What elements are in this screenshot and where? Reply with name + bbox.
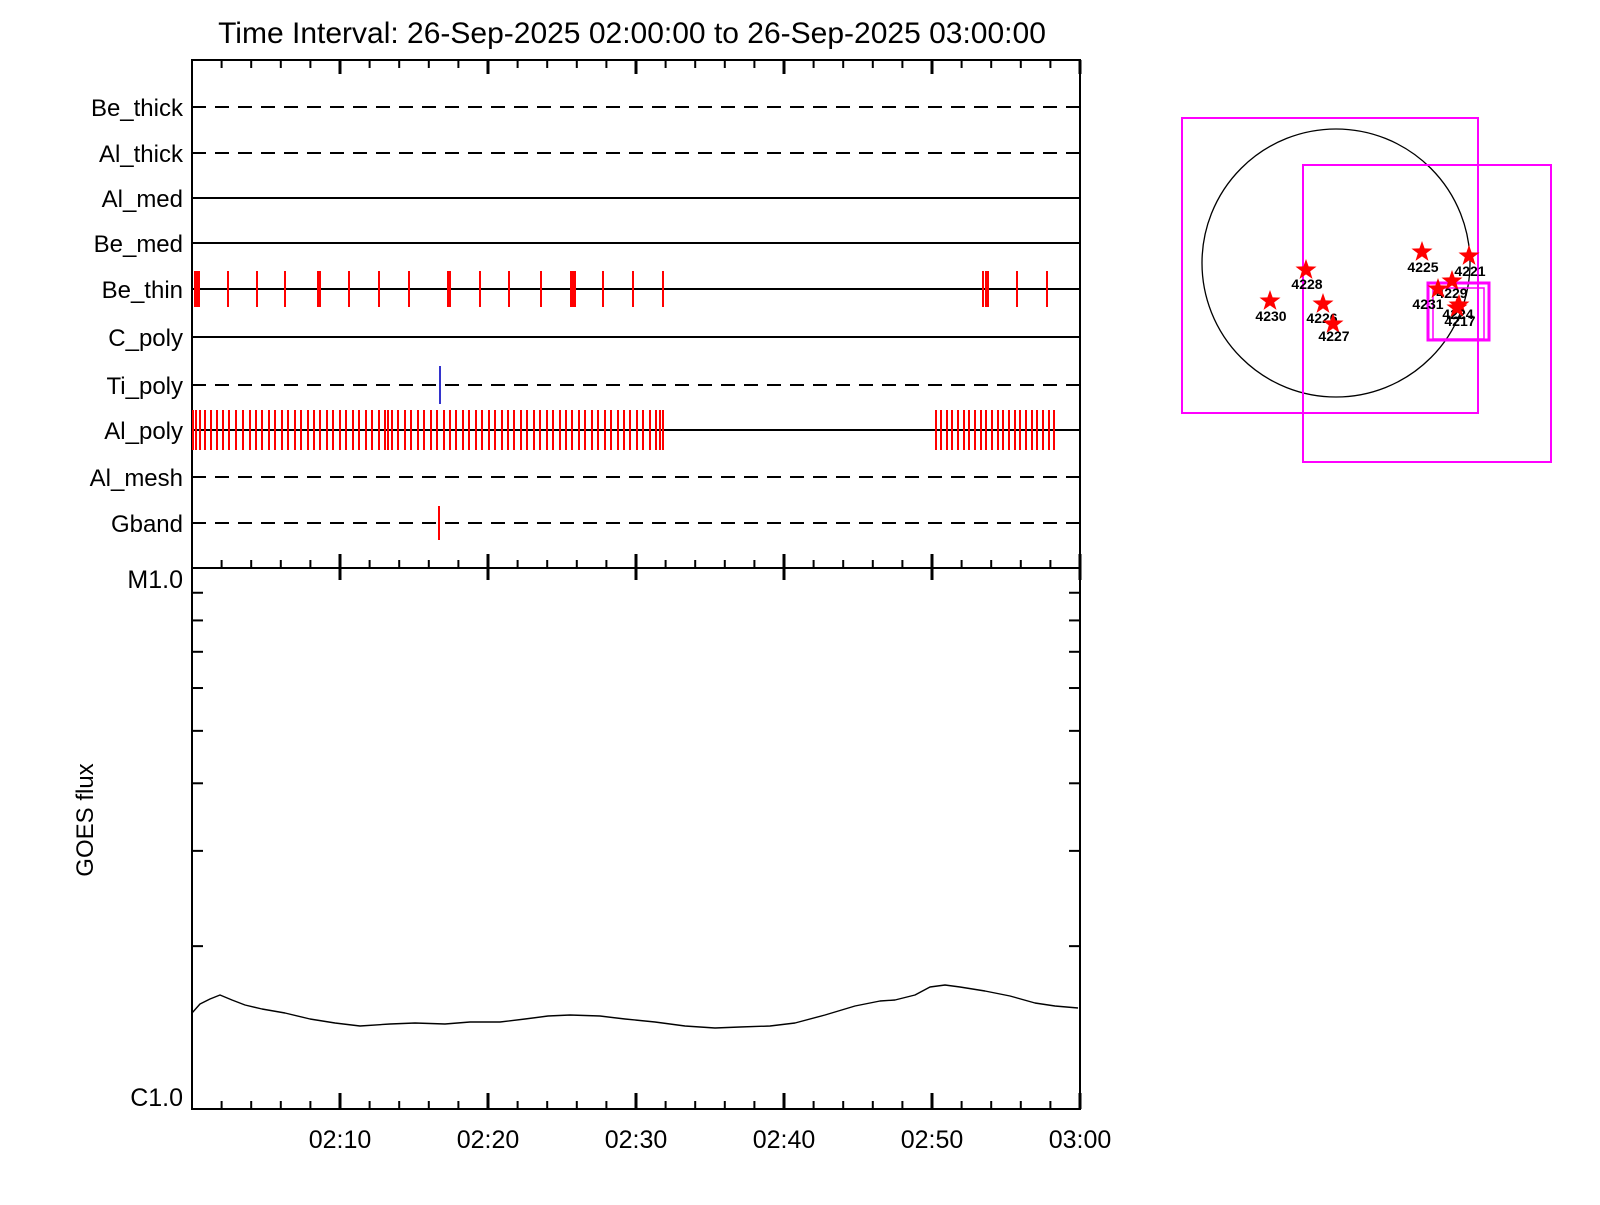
filter-row-C_poly: C_poly [108, 325, 1080, 352]
ar-label-4225: 4225 [1407, 259, 1438, 275]
row-label-Al_mesh: Al_mesh [90, 465, 183, 492]
x-tick-label-02:10: 02:10 [309, 1126, 372, 1154]
filter-row-Be_med: Be_med [94, 231, 1080, 258]
active-region-4230: 4230 [1255, 290, 1287, 324]
xrt-goes-planner-screenshot: Time Interval: 26-Sep-2025 02:00:00 to 2… [0, 0, 1600, 1200]
row-label-Ti_poly: Ti_poly [107, 373, 183, 400]
row-label-Be_thin: Be_thin [102, 277, 183, 304]
x-tick-label-02:40: 02:40 [753, 1126, 816, 1154]
ar-star-4230 [1259, 290, 1281, 310]
ar-label-4217: 4217 [1444, 313, 1475, 329]
ar-label-4231: 4231 [1412, 296, 1443, 312]
ar-label-4228: 4228 [1291, 276, 1322, 292]
goes-ylabel: GOES flux [72, 763, 99, 876]
plot-canvas: Time Interval: 26-Sep-2025 02:00:00 to 2… [72, 17, 1552, 1154]
ar-label-4221: 4221 [1454, 263, 1485, 279]
goes-flux-panel: 02:10 02:20 02:30 02:40 02:50 03:00 M1.0 C1.0 GO… [72, 566, 1111, 1154]
filter-row-Al_mesh: Al_mesh [90, 465, 1080, 492]
filter-row-Al_thick: Al_thick [99, 141, 1080, 168]
row-label-C_poly: C_poly [108, 325, 183, 352]
filter-row-Al_poly: Al_poly [104, 410, 1080, 450]
filter-row-Al_med: Al_med [102, 186, 1080, 213]
row-label-Gband: Gband [111, 511, 183, 538]
active-region-4225: 4225 [1407, 241, 1439, 275]
goes-panel-border [191, 567, 1081, 1110]
filter-row-Gband: Gband [111, 506, 1080, 540]
goes-time-axis: 02:10 02:20 02:30 02:40 02:50 03:00 [220, 1093, 1112, 1154]
goes-ybottom-label: C1.0 [130, 1084, 183, 1112]
x-tick-label-02:20: 02:20 [457, 1126, 520, 1154]
filter-timeline-panel: Be_thick Al_thick Al_med Be_med Be_thin C_pol… [90, 59, 1082, 580]
row-label-Al_thick: Al_thick [99, 141, 184, 168]
ar-label-4230: 4230 [1255, 308, 1286, 324]
filter-row-Be_thin: Be_thin [102, 271, 1080, 307]
filter-row-Ti_poly: Ti_poly [107, 366, 1080, 404]
x-tick-label-03:00: 03:00 [1049, 1126, 1112, 1154]
row-label-Al_med: Al_med [102, 186, 183, 213]
row-label-Be_thick: Be_thick [91, 95, 184, 122]
filter-panel-time-ticks [220, 60, 1082, 580]
row-label-Be_med: Be_med [94, 231, 183, 258]
goes-ytop-label: M1.0 [127, 566, 183, 594]
ar-label-4227: 4227 [1318, 328, 1349, 344]
filter-panel-border [191, 59, 1081, 569]
ar-star-4221 [1458, 245, 1480, 265]
goes-flux-curve [191, 984, 1079, 1029]
row-label-Al_poly: Al_poly [104, 418, 183, 445]
filter-row-Be_thick: Be_thick [91, 95, 1080, 122]
x-tick-label-02:50: 02:50 [901, 1126, 964, 1154]
chart-title: Time Interval: 26-Sep-2025 02:00:00 to 2… [218, 17, 1046, 50]
active-region-4228: 4228 [1291, 259, 1323, 292]
x-tick-label-02:30: 02:30 [605, 1126, 668, 1154]
sun-map: 4225 42214228422942314230 4226 422442274217 [1181, 117, 1552, 463]
ar-star-4225 [1411, 241, 1433, 261]
